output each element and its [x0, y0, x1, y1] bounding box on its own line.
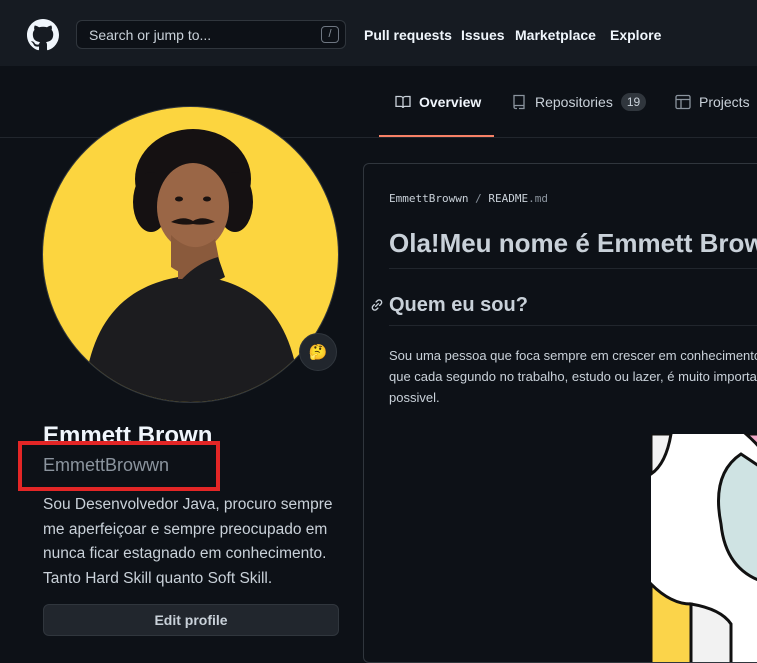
paragraph-line: que cada segundo no trabalho, estudo ou … — [389, 369, 757, 384]
paragraph-line: Sou uma pessoa que foca sempre em cresce… — [389, 348, 757, 363]
heading-divider — [389, 268, 757, 269]
readme-heading-2: Quem eu sou? — [389, 294, 528, 316]
nav-pull-requests[interactable]: Pull requests — [364, 27, 452, 43]
edit-profile-button[interactable]: Edit profile — [43, 604, 339, 636]
project-table-icon — [675, 94, 691, 109]
tab-projects[interactable]: Projects — [675, 66, 750, 137]
set-status-emoji-button[interactable]: 🤔 — [299, 333, 337, 371]
tab-repositories[interactable]: Repositories 19 — [511, 66, 647, 137]
tab-overview-label: Overview — [419, 93, 482, 110]
avatar[interactable] — [42, 106, 339, 403]
readme-paragraph: Sou uma pessoa que foca sempre em cresce… — [389, 345, 757, 408]
search-input[interactable]: Search or jump to... / — [76, 20, 346, 49]
repo-icon — [513, 94, 525, 109]
readme-file-name: README — [488, 192, 529, 205]
tab-repositories-label: Repositories — [535, 93, 613, 110]
readme-breadcrumb: EmmettBrowwn / README.md — [389, 192, 548, 205]
tab-projects-label: Projects — [699, 93, 750, 110]
github-logo-icon[interactable] — [27, 19, 59, 51]
nav-marketplace[interactable]: Marketplace — [515, 27, 596, 43]
heading-divider — [389, 325, 757, 326]
nav-issues[interactable]: Issues — [461, 27, 505, 43]
readme-card: EmmettBrowwn / README.md Ola!Meu nome é … — [363, 163, 757, 663]
repositories-count-badge: 19 — [620, 92, 647, 111]
readme-illustration — [651, 434, 757, 662]
top-header: Search or jump to... / Pull requests Iss… — [0, 0, 757, 66]
anchor-link-icon[interactable] — [370, 298, 384, 312]
breadcrumb-separator: / — [475, 192, 482, 205]
search-shortcut-key: / — [321, 26, 339, 43]
search-placeholder: Search or jump to... — [89, 27, 212, 43]
book-icon — [395, 95, 411, 108]
readme-owner-link[interactable]: EmmettBrowwn — [389, 192, 468, 205]
readme-file-ext: .md — [528, 192, 548, 205]
thinking-face-icon: 🤔 — [308, 344, 328, 361]
paragraph-line: possivel. — [389, 390, 440, 405]
tab-overview[interactable]: Overview — [395, 66, 481, 137]
readme-heading-1: Ola!Meu nome é Emmett Brown — [389, 228, 757, 258]
active-tab-underline — [379, 135, 494, 137]
avatar-portrait — [43, 107, 338, 402]
profile-bio: Sou Desenvolvedor Java, procuro sempre m… — [43, 496, 333, 587]
annotation-highlight-box — [18, 441, 220, 491]
nav-explore[interactable]: Explore — [610, 27, 661, 43]
